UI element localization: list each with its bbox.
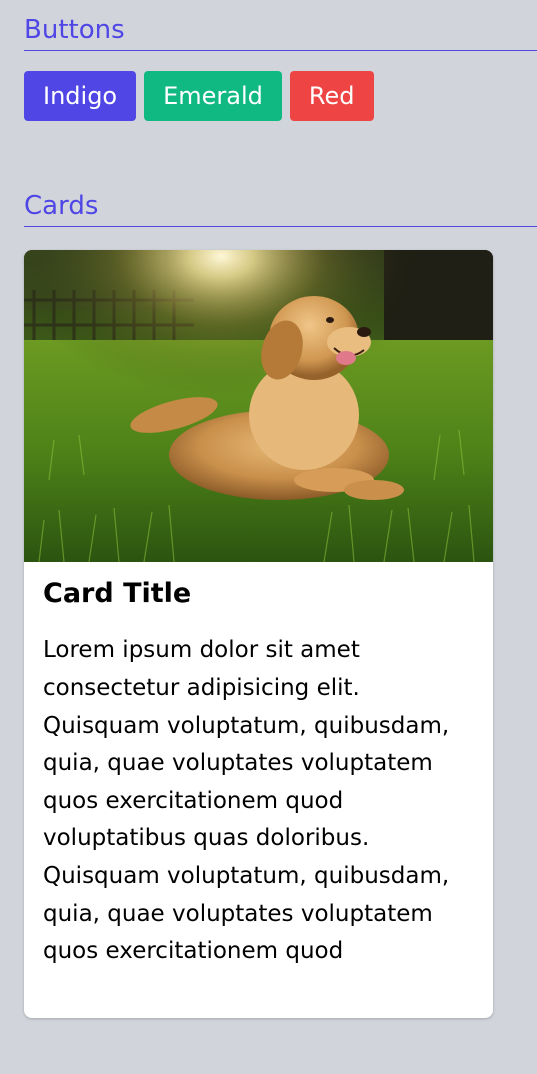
card-text: Lorem ipsum dolor sit amet consectetur a… (43, 637, 450, 965)
cards-section: Cards (24, 193, 537, 227)
cards-heading: Cards (24, 193, 537, 227)
card-body: Card Title Lorem ipsum dolor sit amet co… (24, 562, 493, 971)
emerald-button[interactable]: Emerald (144, 71, 282, 121)
card-title: Card Title (43, 578, 192, 609)
buttons-section: Buttons Indigo Emerald Red (24, 17, 537, 121)
button-row: Indigo Emerald Red (24, 71, 537, 121)
indigo-button[interactable]: Indigo (24, 71, 137, 121)
card-image (24, 250, 493, 562)
red-button[interactable]: Red (289, 71, 374, 121)
buttons-heading: Buttons (24, 17, 537, 51)
card: Card Title Lorem ipsum dolor sit amet co… (24, 250, 493, 1018)
